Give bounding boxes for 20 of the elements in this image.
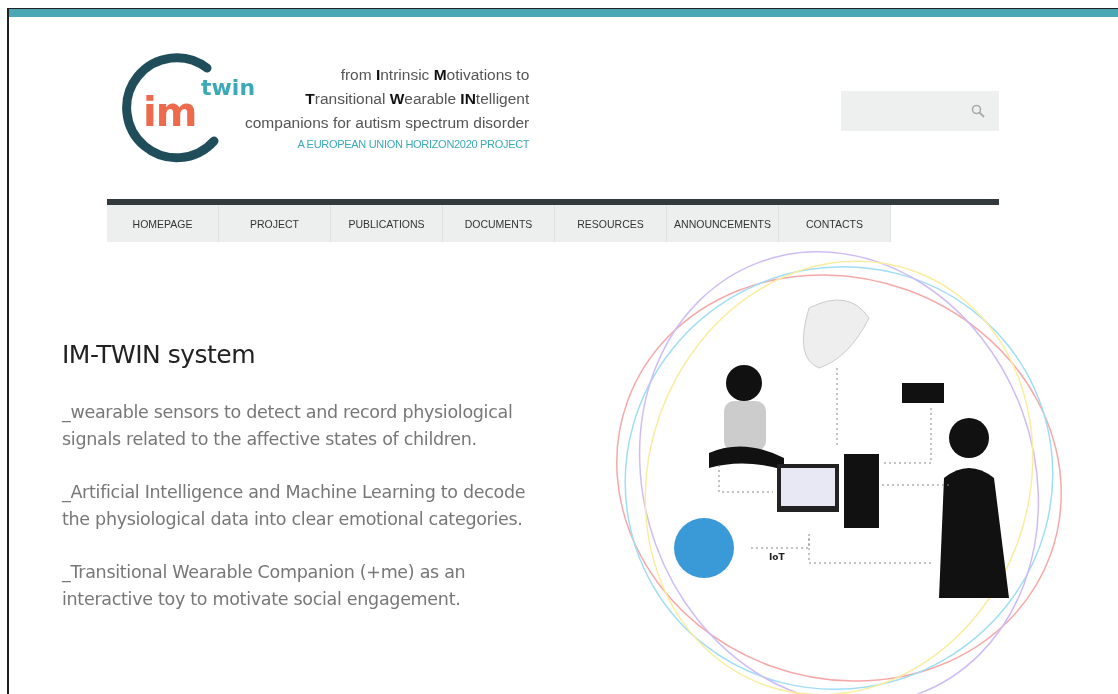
section-heading: IM-TWIN system: [62, 340, 257, 369]
nav-item[interactable]: RESOURCES: [555, 205, 667, 242]
feature-paragraph: _Transitional Wearable Companion (+me) as an interactive toy to motivate social engagement.: [62, 561, 467, 611]
search-field[interactable]: [841, 91, 999, 131]
feature-paragraph: _wearable sensors to detect and record physiological signals related to the affective states of children.: [62, 401, 514, 451]
nav-item[interactable]: DOCUMENTS: [443, 205, 555, 242]
logo-tagline: companions for autism spectrum disorder: [245, 114, 530, 132]
iot-label: IoT: [768, 552, 785, 562]
logo-tagline: Transitional Wearable INtelligent: [305, 90, 530, 108]
nav-item[interactable]: ANNOUNCEMENTS: [667, 205, 779, 242]
nav-item[interactable]: PROJECT: [219, 205, 331, 242]
nav-item[interactable]: PUBLICATIONS: [331, 205, 443, 242]
feature-paragraph: _Artificial Intelligence and Machine Learning to decode the physiological data into clear emotional categories.: [62, 481, 527, 531]
nav-item[interactable]: CONTACTS: [779, 205, 891, 242]
logo-mark-text: twin: [201, 75, 256, 100]
logo-tagline: from Intrinsic Motivations to: [340, 66, 530, 84]
nav-item[interactable]: HOMEPAGE: [107, 205, 219, 242]
search-icon: [971, 104, 985, 118]
logo-mark-text: im: [143, 89, 197, 135]
logo-subtitle: A EUROPEAN UNION HORIZON2020 PROJECT: [297, 138, 530, 150]
